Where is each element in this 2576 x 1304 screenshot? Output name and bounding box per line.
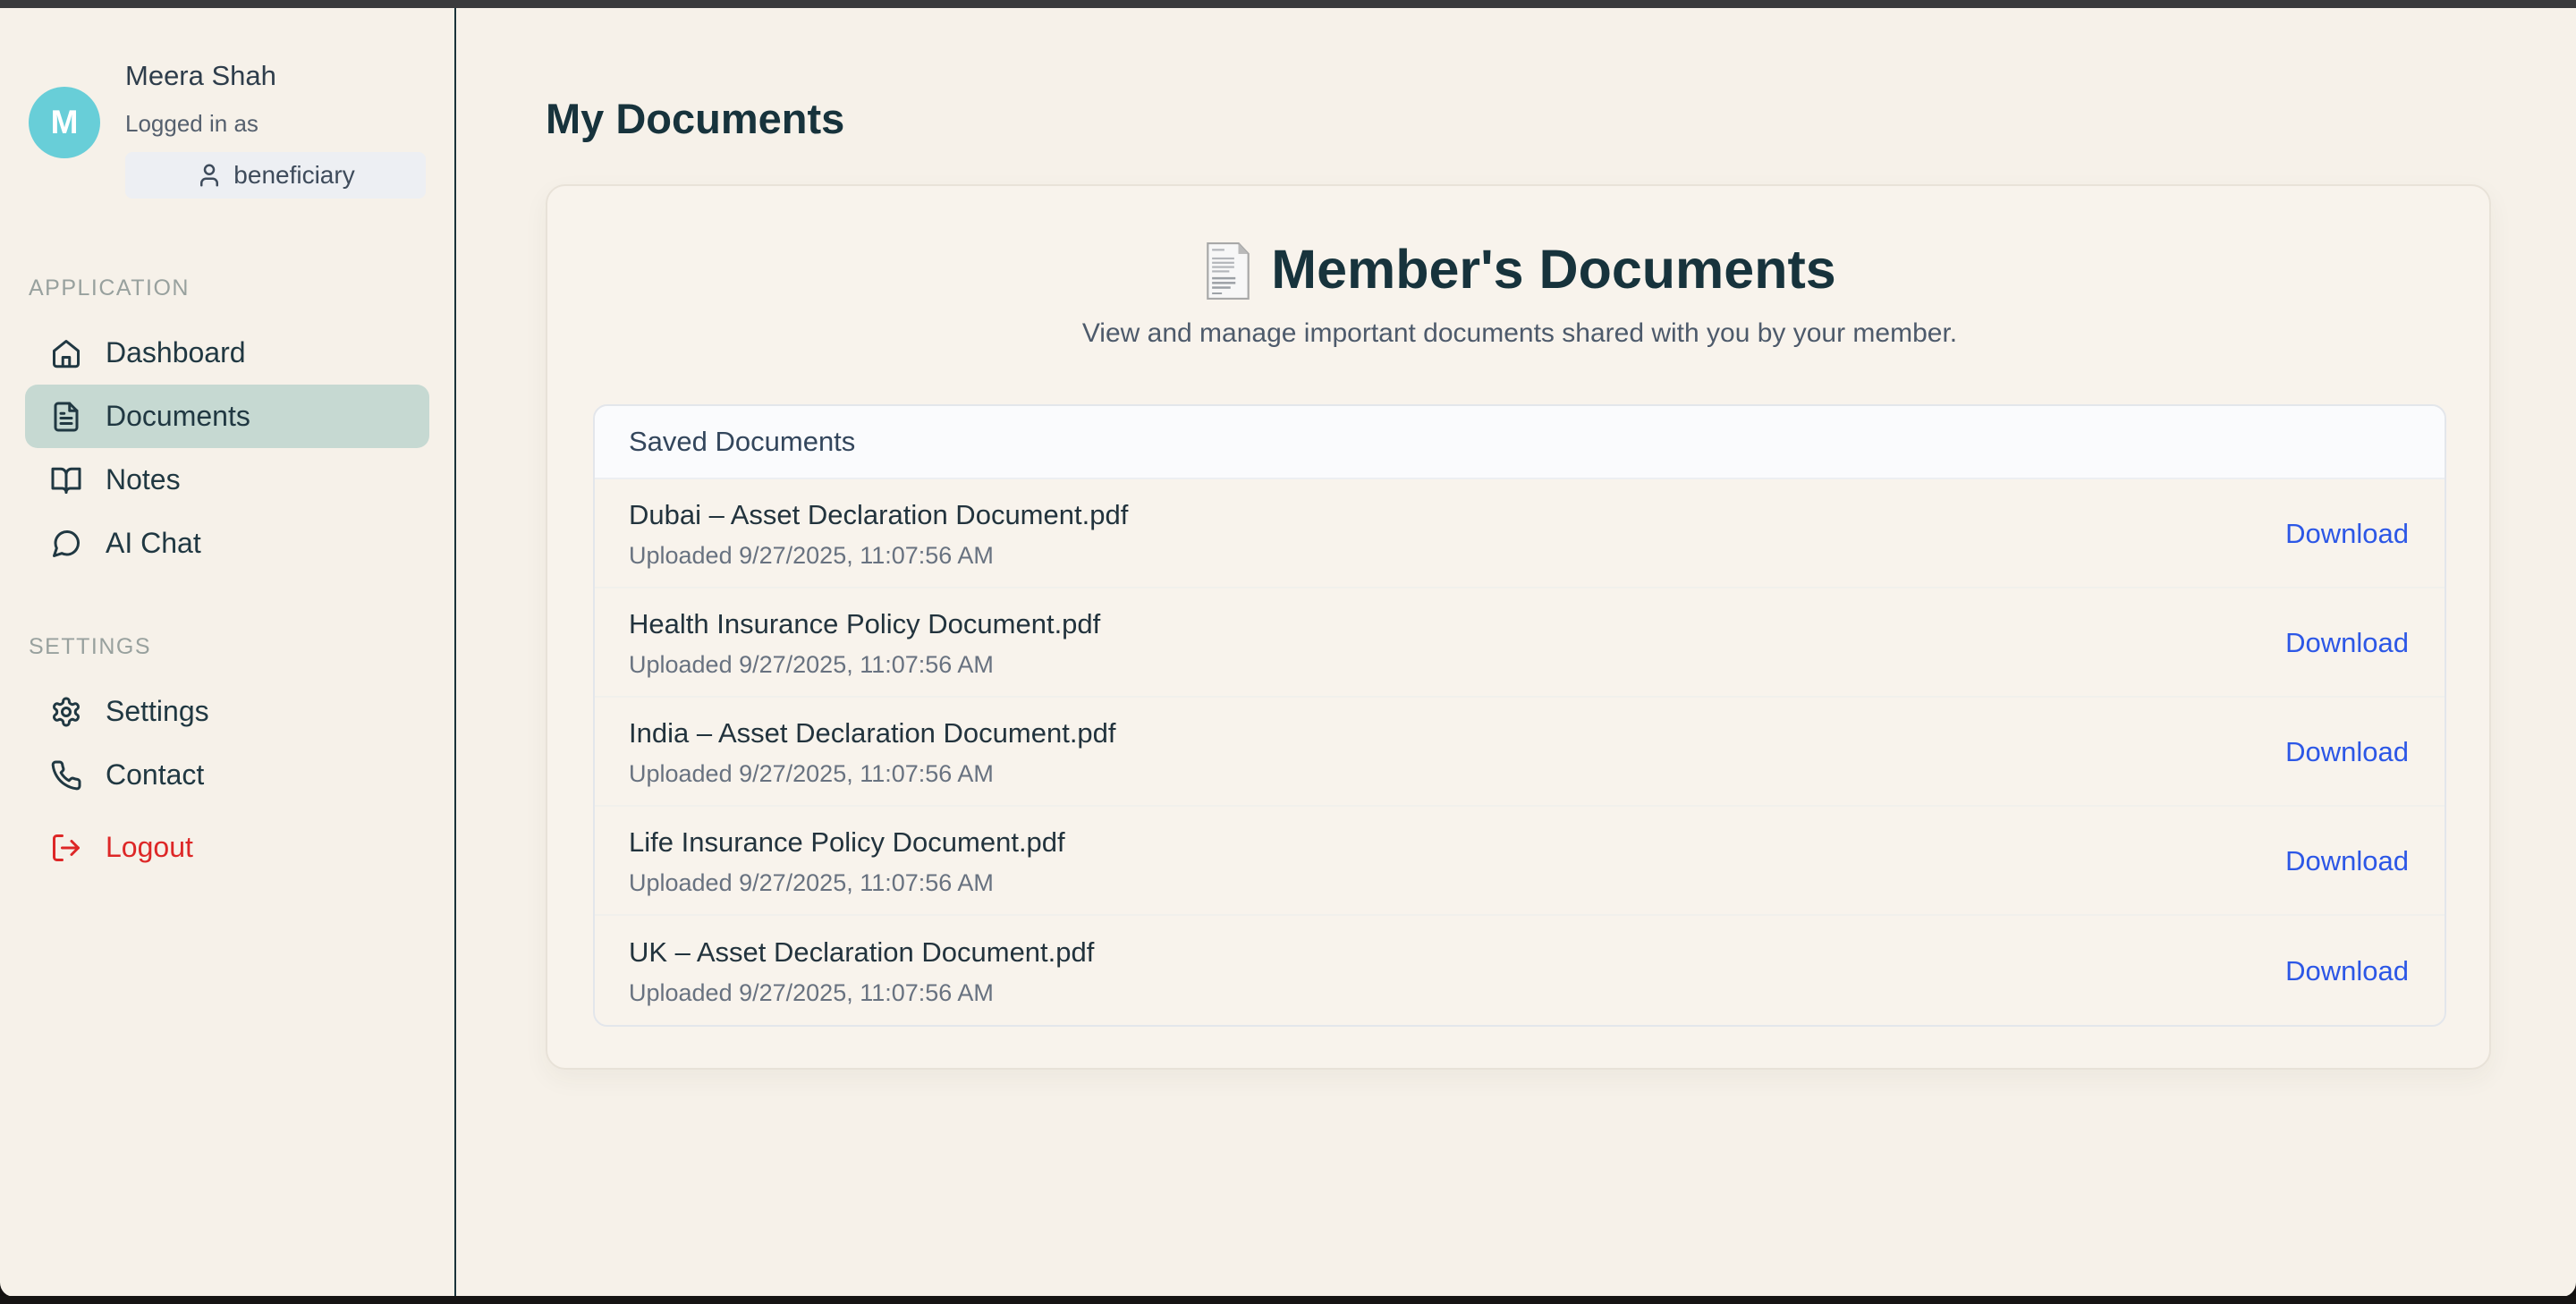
document-meta: India – Asset Declaration Document.pdf U… <box>629 717 1116 788</box>
page-title: My Documents <box>546 94 2491 143</box>
sidebar-item-label: Documents <box>106 400 250 433</box>
screen: M Meera Shah Logged in as beneficiary AP… <box>0 0 2576 1304</box>
sidebar-item-label: Logout <box>106 831 193 864</box>
document-name: Dubai – Asset Declaration Document.pdf <box>629 499 1128 531</box>
sidebar-item-dashboard[interactable]: Dashboard <box>25 321 429 385</box>
document-uploaded: Uploaded 9/27/2025, 11:07:56 AM <box>629 979 1094 1007</box>
logged-in-as-label: Logged in as <box>125 110 426 138</box>
section-label-application: APPLICATION <box>29 275 426 301</box>
document-row: Life Insurance Policy Document.pdf Uploa… <box>595 807 2445 916</box>
card-header: Member's Documents View and manage impor… <box>593 238 2446 349</box>
document-row: Dubai – Asset Declaration Document.pdf U… <box>595 479 2445 588</box>
members-documents-card: Member's Documents View and manage impor… <box>546 184 2491 1070</box>
sidebar-item-ai-chat[interactable]: AI Chat <box>25 512 429 575</box>
download-link[interactable]: Download <box>2285 845 2409 877</box>
window-bottom-bar <box>0 1296 2576 1304</box>
file-text-icon <box>50 401 82 433</box>
sidebar-item-notes[interactable]: Notes <box>25 448 429 512</box>
gear-icon <box>50 696 82 728</box>
download-link[interactable]: Download <box>2285 955 2409 987</box>
phone-icon <box>50 759 82 792</box>
sidebar-item-contact[interactable]: Contact <box>25 743 429 807</box>
sidebar-item-label: Dashboard <box>106 336 246 369</box>
section-label-settings: SETTINGS <box>29 634 426 660</box>
user-block: M Meera Shah Logged in as beneficiary <box>29 60 426 199</box>
avatar: M <box>29 87 100 158</box>
sidebar-item-settings[interactable]: Settings <box>25 680 429 743</box>
document-row: Health Insurance Policy Document.pdf Upl… <box>595 588 2445 698</box>
document-uploaded: Uploaded 9/27/2025, 11:07:56 AM <box>629 760 1116 788</box>
card-title-text: Member's Documents <box>1271 238 1835 301</box>
document-meta: Dubai – Asset Declaration Document.pdf U… <box>629 499 1128 570</box>
download-link[interactable]: Download <box>2285 518 2409 550</box>
book-open-icon <box>50 464 82 496</box>
settings-nav: Settings Contact <box>29 680 426 879</box>
document-name: India – Asset Declaration Document.pdf <box>629 717 1116 749</box>
sidebar-item-label: Settings <box>106 695 209 728</box>
document-uploaded: Uploaded 9/27/2025, 11:07:56 AM <box>629 542 1128 570</box>
app-window: M Meera Shah Logged in as beneficiary AP… <box>0 8 2576 1297</box>
document-uploaded: Uploaded 9/27/2025, 11:07:56 AM <box>629 651 1100 679</box>
user-icon <box>196 162 223 189</box>
sidebar-item-logout[interactable]: Logout <box>25 816 429 879</box>
role-label: beneficiary <box>233 161 354 190</box>
saved-documents-header: Saved Documents <box>595 406 2445 479</box>
card-subtitle: View and manage important documents shar… <box>593 318 2446 349</box>
document-row: UK – Asset Declaration Document.pdf Uplo… <box>595 916 2445 1025</box>
main-content: My Documents <box>456 8 2576 1297</box>
sidebar-item-documents[interactable]: Documents <box>25 385 429 448</box>
document-name: Life Insurance Policy Document.pdf <box>629 826 1065 859</box>
download-link[interactable]: Download <box>2285 736 2409 768</box>
document-page-icon <box>1203 241 1253 301</box>
document-name: Health Insurance Policy Document.pdf <box>629 608 1100 640</box>
document-name: UK – Asset Declaration Document.pdf <box>629 936 1094 969</box>
user-info: Meera Shah Logged in as beneficiary <box>125 60 426 199</box>
document-uploaded: Uploaded 9/27/2025, 11:07:56 AM <box>629 869 1065 897</box>
document-row: India – Asset Declaration Document.pdf U… <box>595 698 2445 807</box>
card-title: Member's Documents <box>593 238 2446 301</box>
saved-documents-box: Saved Documents Dubai – Asset Declaratio… <box>593 404 2446 1027</box>
user-name: Meera Shah <box>125 60 426 92</box>
message-circle-icon <box>50 528 82 560</box>
window-top-bar <box>0 0 2576 8</box>
sidebar-item-label: Notes <box>106 463 181 496</box>
application-nav: Dashboard Documents <box>29 321 426 575</box>
home-icon <box>50 337 82 369</box>
logout-icon <box>50 832 82 864</box>
document-meta: Life Insurance Policy Document.pdf Uploa… <box>629 826 1065 897</box>
document-meta: UK – Asset Declaration Document.pdf Uplo… <box>629 936 1094 1007</box>
sidebar-item-label: Contact <box>106 758 204 792</box>
role-badge: beneficiary <box>125 152 426 199</box>
download-link[interactable]: Download <box>2285 627 2409 659</box>
document-meta: Health Insurance Policy Document.pdf Upl… <box>629 608 1100 679</box>
sidebar-item-label: AI Chat <box>106 527 201 560</box>
sidebar: M Meera Shah Logged in as beneficiary AP… <box>0 8 456 1297</box>
